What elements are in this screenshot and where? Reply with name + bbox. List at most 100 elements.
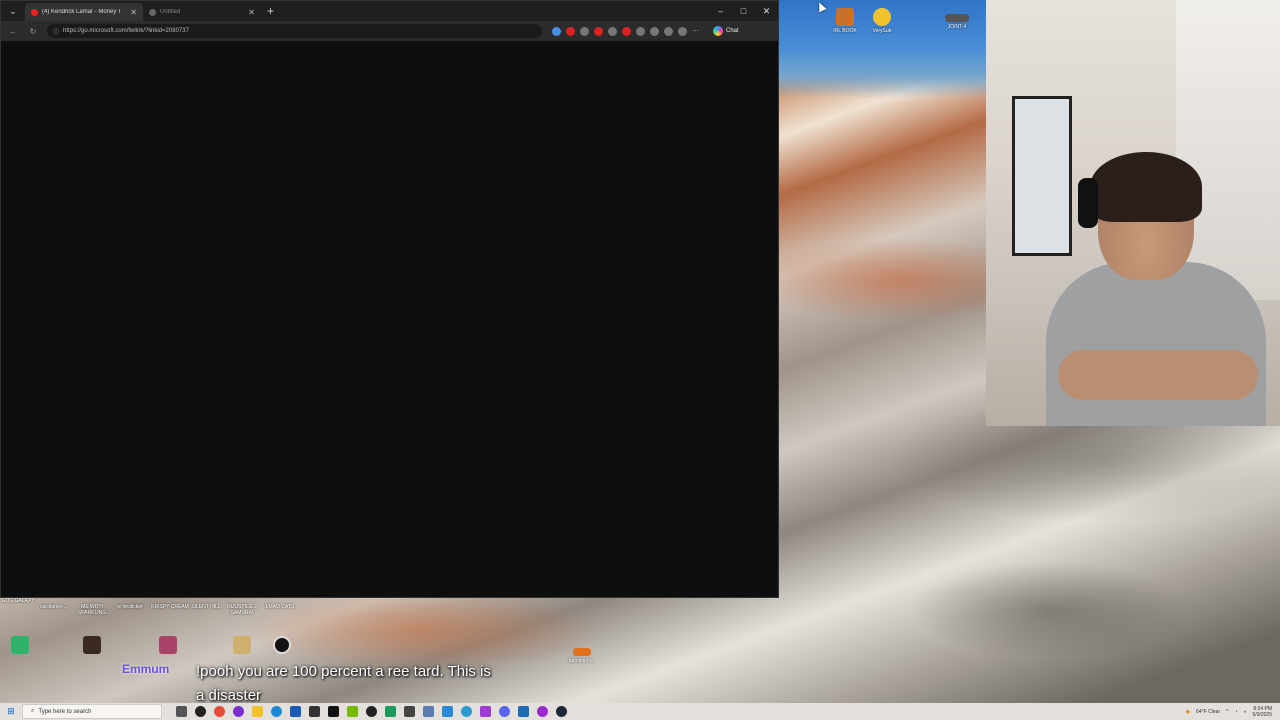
steam-icon[interactable] [556,706,567,717]
file-icon [945,14,969,22]
maximize-button[interactable]: □ [732,1,755,21]
obs-icon[interactable] [233,706,244,717]
minimize-button[interactable]: – [709,1,732,21]
desktop-icon-gog[interactable]: GOG GALAXY [0,598,38,604]
tab-bar: ⌄ (4) Kendrick Lamar - Money T ✕ Untitle… [1,1,778,21]
desktop-icon-injustice[interactable]: INJUSTICE 2 SAMURAI [222,604,262,616]
extensions-puzzle-icon[interactable] [636,26,645,36]
tab-kendrick[interactable]: (4) Kendrick Lamar - Money T ✕ [25,3,143,21]
tab-untitled[interactable]: Untitled ✕ [143,3,261,21]
grid-app-icon [11,636,29,654]
copilot-chat-button[interactable]: Chat [713,26,739,36]
book-icon [836,8,854,26]
search-placeholder: Type here to search [38,708,92,715]
browser-window[interactable]: ⌄ (4) Kendrick Lamar - Money T ✕ Untitle… [0,0,779,598]
extension-icon[interactable] [566,26,575,36]
search-icon: ⌕ [31,708,35,714]
refresh-icon[interactable]: ↻ [27,27,39,36]
back-arrow-icon[interactable]: ← [7,27,19,36]
weather-text[interactable]: 64°F Clear [1196,709,1220,715]
chat-label: Chat [726,28,739,34]
chrome-icon[interactable] [214,706,225,717]
favorite-star-icon[interactable] [552,26,561,36]
new-tab-button[interactable]: + [267,4,274,18]
photo-icon [159,636,177,654]
tab-title: Untitled [160,9,181,15]
windows-start-icon[interactable]: ⊞ [0,706,22,717]
desktop-icon-forsticker[interactable]: w forsticker [110,604,150,610]
desktop-icon-irl-book[interactable]: IRL BOOK [825,8,865,34]
desktop-icon-photo-1[interactable] [72,636,112,656]
wifi-icon[interactable]: ◔ [1234,709,1237,715]
app-icon[interactable] [423,706,434,717]
app-icon[interactable] [480,706,491,717]
tray-chevron-icon[interactable]: ^ [1226,709,1228,715]
desktop-icon-label: LMAO CATS [265,604,295,610]
taskbar: ⊞ ⌕ Type here to search ● 64°F Clear ^ ◔… [0,703,1280,720]
desktop-icon-lmao-cats[interactable]: LMAO CATS [260,604,300,610]
app-icon[interactable] [328,706,339,717]
desktop-icon-silent-hill[interactable]: SILENT HILL [186,604,226,610]
close-button[interactable]: ✕ [755,1,778,21]
desktop-icon-label: VerySub [872,28,892,34]
desktop-icon-burning[interactable]: burning-fir... [562,648,602,664]
app-icon[interactable] [404,706,415,717]
desktop-icon-app-green[interactable] [0,636,40,656]
desktop-icon-circle-app[interactable] [262,636,302,656]
close-tab-icon[interactable]: ✕ [130,8,137,17]
taskbar-search[interactable]: ⌕ Type here to search [22,704,162,719]
desktop-icon-photo-2[interactable] [148,636,188,656]
desktop-icon-joint[interactable]: JOINT-4 [937,14,977,30]
file-explorer-icon[interactable] [252,706,263,717]
extension-icon[interactable] [622,26,631,36]
desktop-icon-label: ME WITH SPARKLING [77,604,107,616]
desktop-icon-photo-3[interactable] [222,636,262,656]
close-tab-icon[interactable]: ✕ [248,8,255,17]
extension-icon[interactable] [580,26,589,36]
tab-actions-chevron-icon[interactable]: ⌄ [1,1,25,21]
app-icon[interactable] [537,706,548,717]
desktop-icon-label: KRISPY CREAM [151,604,189,610]
url-field[interactable]: ⓘ https://go.microsoft.com/fwlink/?linki… [47,24,542,38]
address-bar-row: ← ↻ ⓘ https://go.microsoft.com/fwlink/?l… [1,21,778,41]
volume-icon[interactable]: ◖ [1244,709,1247,715]
app-icon[interactable] [461,706,472,717]
desktop-icon-label: w forsticker [117,604,143,610]
page-content[interactable] [1,41,778,597]
microphone-icon[interactable] [195,706,206,717]
desktop-icon-label: burning-fir... [568,658,596,664]
discord-icon[interactable] [499,706,510,717]
app-icon[interactable] [518,706,529,717]
profile-avatar-icon[interactable] [678,26,687,36]
desktop-icon-krispy[interactable]: KRISPY CREAM [150,604,190,610]
app-icon[interactable] [385,706,396,717]
app-icon[interactable] [309,706,320,717]
weather-icon: ● [1185,707,1191,716]
nvidia-icon[interactable] [347,706,358,717]
desktop-icon-label: SILENT HILL [191,604,221,610]
photo-icon [233,636,251,654]
extension-icon[interactable] [594,26,603,36]
webcam-overlay [986,0,1280,426]
desktop-icon-verysub[interactable]: VerySub [862,8,902,34]
copilot-icon [713,26,723,36]
app-icon[interactable] [442,706,453,717]
desktop-icon-cat-dance[interactable]: cat-dance-... [34,604,74,610]
url-text: https://go.microsoft.com/fwlink/?linkid=… [63,28,189,34]
more-menu-icon[interactable]: ⋯ [692,27,701,36]
desktop-icon-me-with[interactable]: ME WITH SPARKLING [72,604,112,616]
split-screen-icon[interactable] [650,26,659,36]
taskbar-apps [176,706,567,717]
app-icon[interactable] [366,706,377,717]
desktop-icon-label: IRL BOOK [833,28,857,34]
clock-time: 8:34 PM [1253,705,1272,712]
extension-icon[interactable] [608,26,617,36]
webcam-person-hair [1090,152,1202,222]
task-view-icon[interactable] [176,706,187,717]
circle-app-icon [273,636,291,654]
clock[interactable]: 8:34 PM 5/9/2025 [1253,706,1272,718]
favorites-icon[interactable] [664,26,673,36]
store-icon[interactable] [290,706,301,717]
edge-icon[interactable] [271,706,282,717]
tab-title: (4) Kendrick Lamar - Money T [42,9,122,15]
